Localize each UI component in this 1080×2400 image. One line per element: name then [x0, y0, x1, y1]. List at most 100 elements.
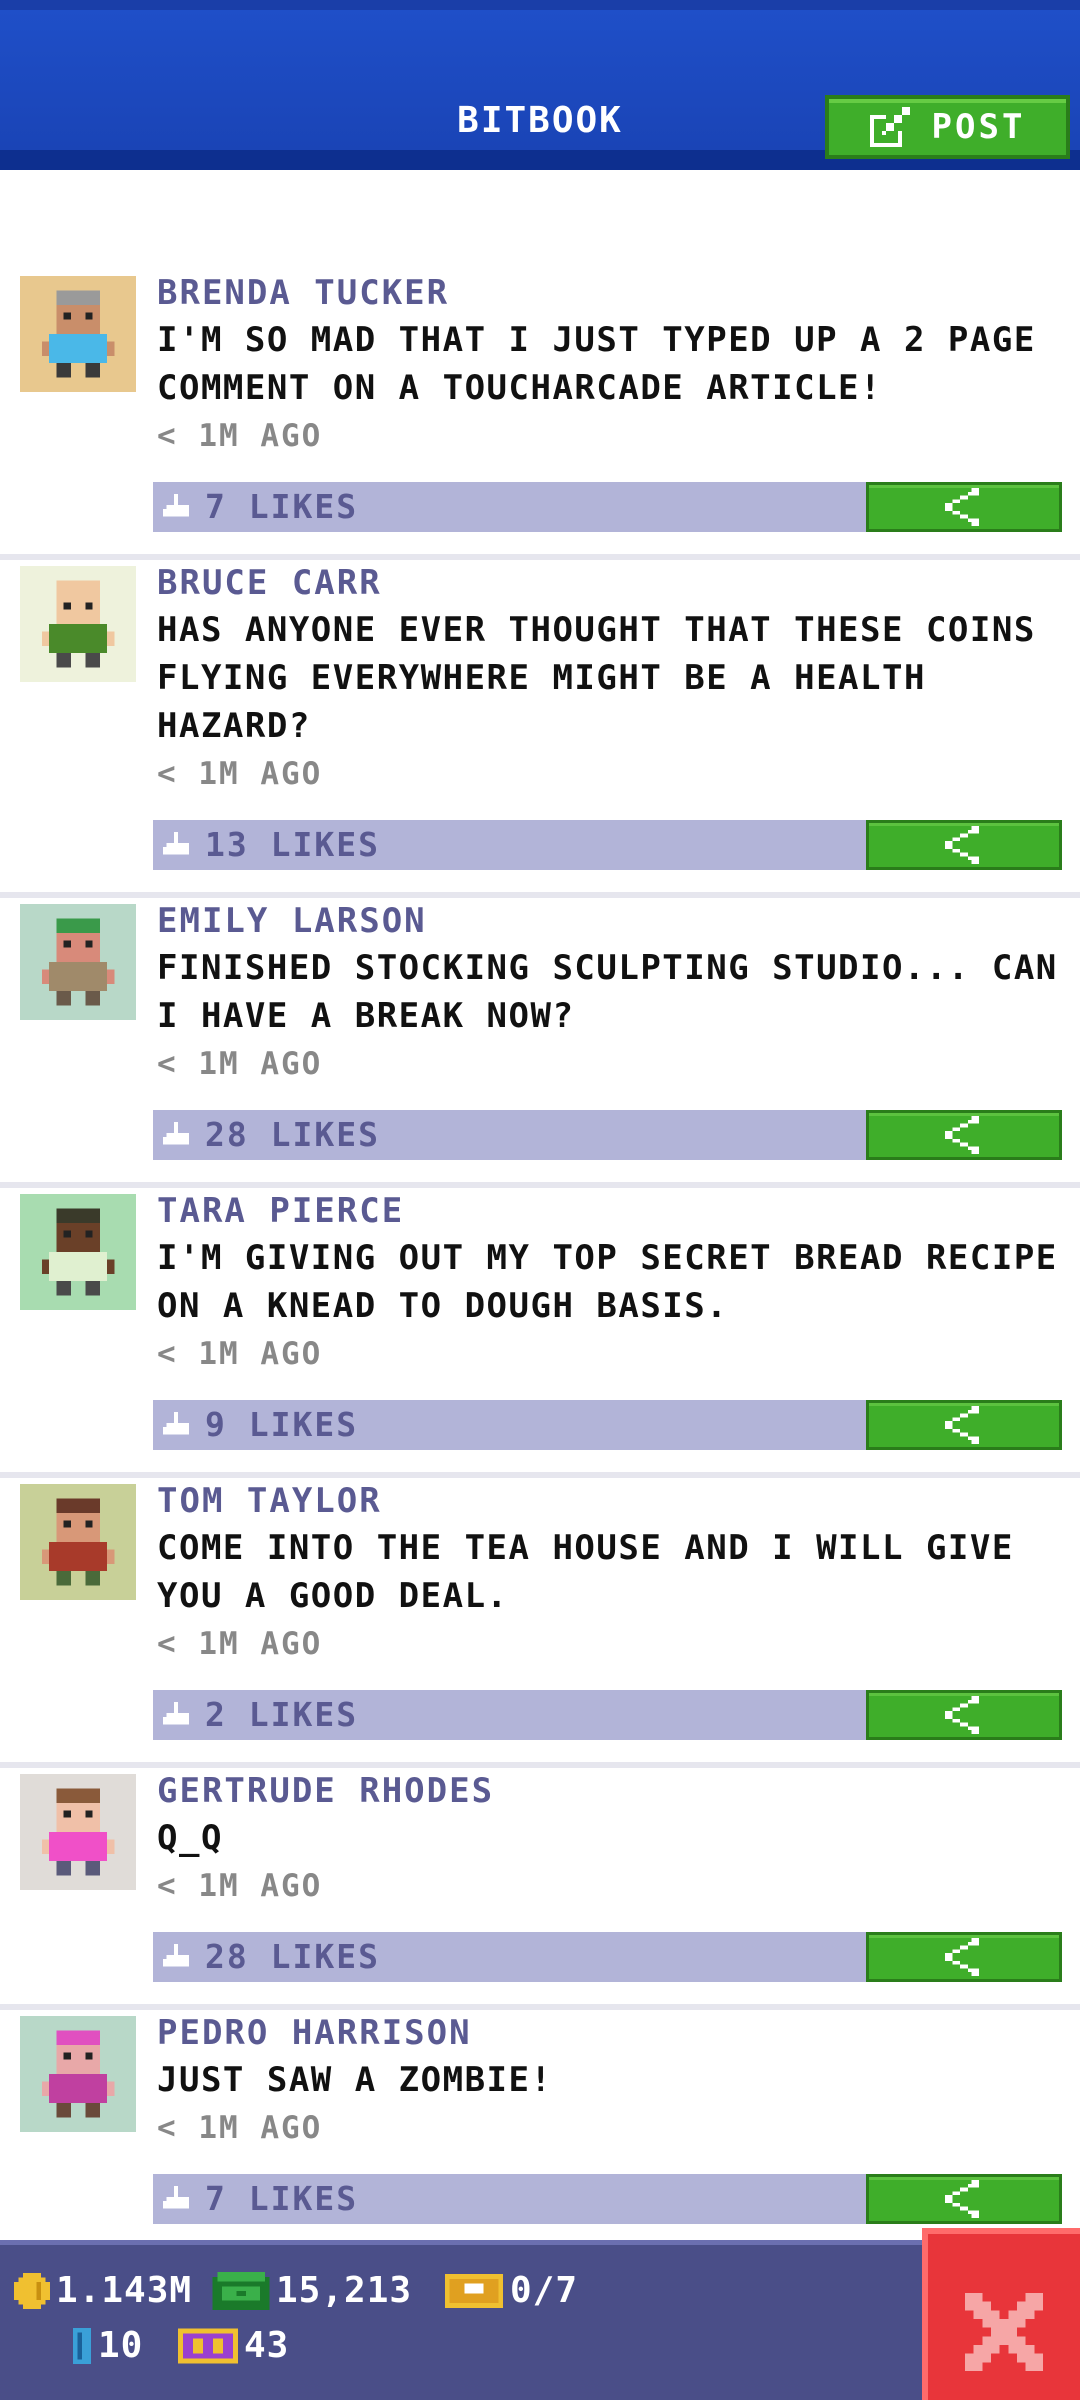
share-icon — [945, 2180, 980, 2218]
top-bar: BITBOOK POST — [0, 0, 1080, 170]
stars-value: 43 — [244, 2325, 290, 2366]
post-timestamp: < 1M AGO — [157, 756, 323, 792]
bux-value: 15,213 — [276, 2270, 413, 2311]
post-author[interactable]: BRUCE CARR — [157, 560, 1080, 606]
likes-bar: 2 LIKES — [153, 1690, 1062, 1740]
avatar[interactable] — [20, 2016, 136, 2132]
avatar-icon — [20, 1774, 136, 1890]
tickets-value: 0/7 — [510, 2270, 579, 2311]
avatar-icon — [20, 904, 136, 1020]
likes-count: 7 LIKES — [205, 2179, 359, 2218]
avatar[interactable] — [20, 276, 136, 392]
post-timestamp: < 1M AGO — [157, 418, 323, 454]
likes-bar: 28 LIKES — [153, 1110, 1062, 1160]
feed-post: GERTRUDE RHODES Q_Q < 1M AGO 28 LIKES — [0, 1768, 1080, 2010]
tickets-stat[interactable]: 0/7 — [444, 2270, 578, 2311]
share-icon — [945, 1116, 980, 1154]
stars-stat[interactable]: 43 — [178, 2325, 289, 2366]
post-text: I'M SO MAD THAT I JUST TYPED UP A 2 PAGE… — [157, 320, 1036, 408]
thumbs-up-icon — [163, 2186, 189, 2209]
likes-bar: 7 LIKES — [153, 2174, 1062, 2224]
share-button[interactable] — [866, 820, 1062, 870]
coin-icon — [14, 2272, 50, 2309]
vip-icon — [178, 2328, 238, 2363]
avatar[interactable] — [20, 904, 136, 1020]
post-text: COME INTO THE TEA HOUSE AND I WILL GIVE … — [157, 1528, 1014, 1616]
feed-list[interactable]: BRENDA TUCKER I'M SO MAD THAT I JUST TYP… — [0, 270, 1080, 2252]
feed-post: TOM TAYLOR COME INTO THE TEA HOUSE AND I… — [0, 1478, 1080, 1768]
avatar-icon — [20, 1194, 136, 1310]
edit-icon — [869, 107, 910, 147]
coins-stat[interactable]: 1.143M — [14, 2270, 192, 2311]
post-text: HAS ANYONE EVER THOUGHT THAT THESE COINS… — [157, 610, 1036, 746]
avatar-icon — [20, 276, 136, 392]
post-text: FINISHED STOCKING SCULPTING STUDIO... CA… — [157, 948, 1058, 1036]
avatar[interactable] — [20, 1194, 136, 1310]
feed-post: BRUCE CARR HAS ANYONE EVER THOUGHT THAT … — [0, 560, 1080, 898]
post-timestamp: < 1M AGO — [157, 1626, 323, 1662]
share-icon — [945, 826, 980, 864]
post-timestamp: < 1M AGO — [157, 1046, 323, 1082]
share-button[interactable] — [866, 2174, 1062, 2224]
likes-count: 7 LIKES — [205, 487, 359, 526]
post-button-label: POST — [931, 107, 1026, 147]
close-button[interactable] — [922, 2228, 1080, 2400]
thumbs-up-icon — [163, 1944, 189, 1967]
post-author[interactable]: BRENDA TUCKER — [157, 270, 1080, 316]
post-author[interactable]: EMILY LARSON — [157, 898, 1080, 944]
share-icon — [945, 1938, 980, 1976]
thumbs-up-icon — [163, 1122, 189, 1145]
post-author[interactable]: TOM TAYLOR — [157, 1478, 1080, 1524]
post-author[interactable]: TARA PIERCE — [157, 1188, 1080, 1234]
bux-stat[interactable]: 15,213 — [212, 2270, 412, 2311]
status-bar: 1.143M 15,213 0/7 10 43 — [0, 2240, 1080, 2400]
coins-value: 1.143M — [56, 2270, 193, 2311]
avatar-icon — [20, 2016, 136, 2132]
likes-count: 28 LIKES — [205, 1115, 380, 1154]
avatar[interactable] — [20, 1484, 136, 1600]
share-button[interactable] — [866, 1400, 1062, 1450]
thumbs-up-icon — [163, 1702, 189, 1725]
bux-icon — [212, 2271, 270, 2310]
likes-count: 13 LIKES — [205, 825, 380, 864]
share-icon — [945, 488, 980, 526]
likes-bar: 7 LIKES — [153, 482, 1062, 532]
share-icon — [945, 1696, 980, 1734]
share-button[interactable] — [866, 1110, 1062, 1160]
thumbs-up-icon — [163, 494, 189, 517]
likes-count: 9 LIKES — [205, 1405, 359, 1444]
post-text: Q_Q — [157, 1818, 223, 1858]
post-text: I'M GIVING OUT MY TOP SECRET BREAD RECIP… — [157, 1238, 1058, 1326]
likes-bar: 9 LIKES — [153, 1400, 1062, 1450]
feed-post: EMILY LARSON FINISHED STOCKING SCULPTING… — [0, 898, 1080, 1188]
elevator-stat[interactable]: 10 — [72, 2325, 143, 2366]
post-text: JUST SAW A ZOMBIE! — [157, 2060, 553, 2100]
feed-post: PEDRO HARRISON JUST SAW A ZOMBIE! < 1M A… — [0, 2010, 1080, 2252]
avatar-icon — [20, 566, 136, 682]
post-timestamp: < 1M AGO — [157, 1336, 323, 1372]
thumbs-up-icon — [163, 832, 189, 855]
share-button[interactable] — [866, 482, 1062, 532]
avatar[interactable] — [20, 566, 136, 682]
post-author[interactable]: GERTRUDE RHODES — [157, 1768, 1080, 1814]
post-timestamp: < 1M AGO — [157, 2110, 323, 2146]
likes-count: 28 LIKES — [205, 1937, 380, 1976]
post-timestamp: < 1M AGO — [157, 1868, 323, 1904]
share-button[interactable] — [866, 1690, 1062, 1740]
avatar-icon — [20, 1484, 136, 1600]
level-value: 10 — [98, 2325, 144, 2366]
post-button[interactable]: POST — [825, 95, 1070, 159]
post-author[interactable]: PEDRO HARRISON — [157, 2010, 1080, 2056]
share-icon — [945, 1406, 980, 1444]
close-icon — [965, 2293, 1043, 2371]
elevator-icon — [73, 2327, 91, 2364]
likes-count: 2 LIKES — [205, 1695, 359, 1734]
likes-bar: 28 LIKES — [153, 1932, 1062, 1982]
likes-bar: 13 LIKES — [153, 820, 1062, 870]
avatar[interactable] — [20, 1774, 136, 1890]
share-button[interactable] — [866, 1932, 1062, 1982]
thumbs-up-icon — [163, 1412, 189, 1435]
ticket-icon — [444, 2273, 504, 2308]
feed-post: BRENDA TUCKER I'M SO MAD THAT I JUST TYP… — [0, 270, 1080, 560]
feed-post: TARA PIERCE I'M GIVING OUT MY TOP SECRET… — [0, 1188, 1080, 1478]
